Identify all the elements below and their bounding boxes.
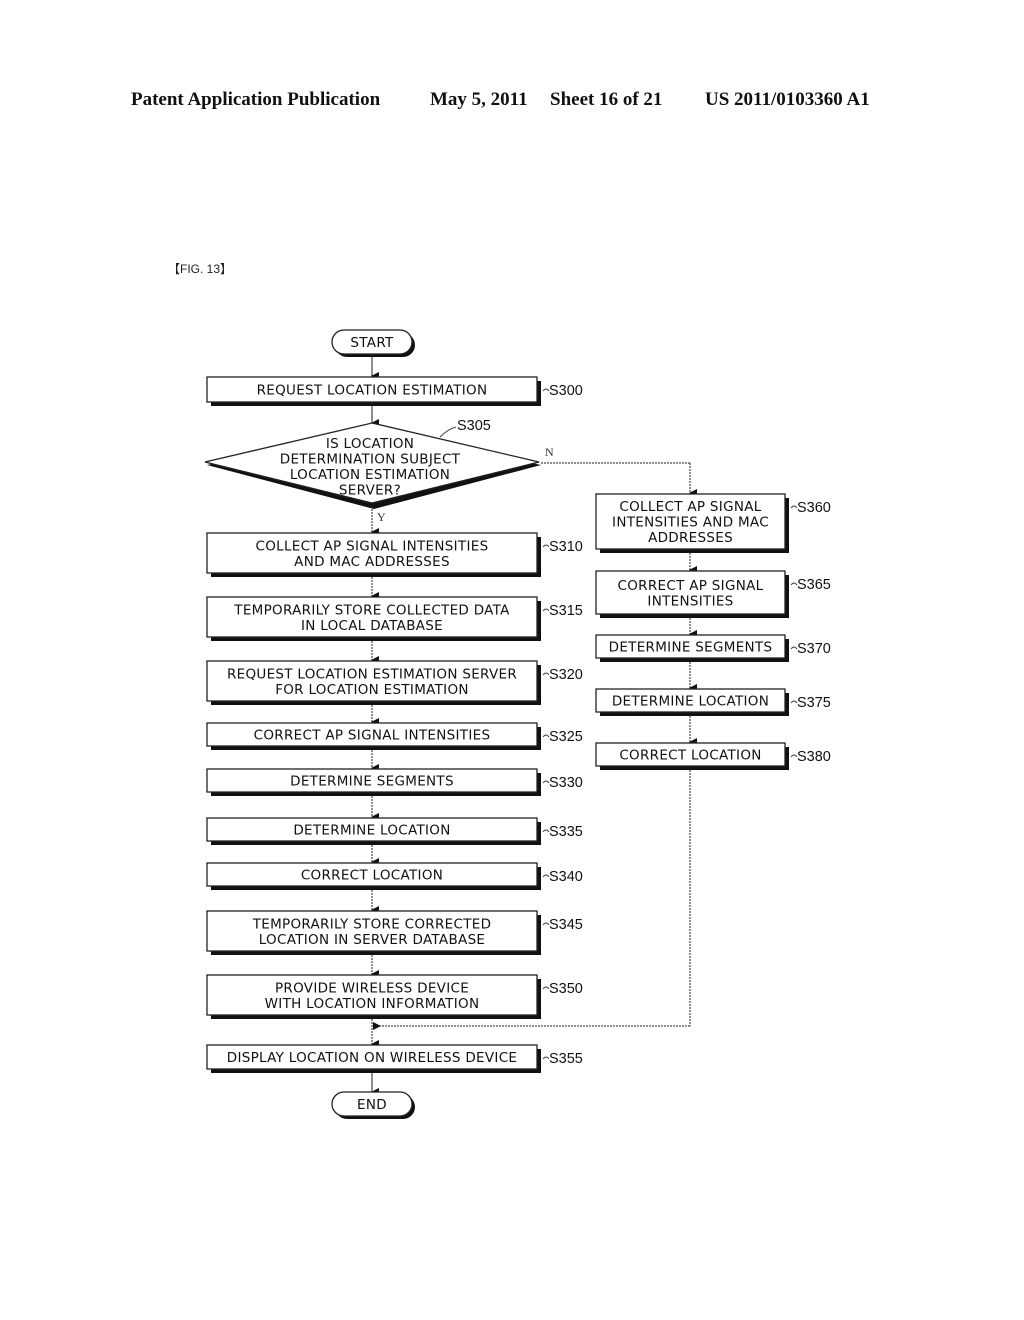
- step-s335: DETERMINE LOCATION S335: [206, 817, 583, 845]
- node-text-line: FOR LOCATION ESTIMATION: [275, 682, 469, 698]
- step-label: S320: [549, 667, 583, 683]
- step-label: S330: [549, 775, 583, 791]
- step-s325: CORRECT AP SIGNAL INTENSITIES S325: [206, 722, 583, 750]
- node-text-line: PROVIDE WIRELESS DEVICE: [275, 980, 469, 996]
- step-s375: DETERMINE LOCATION S375: [595, 688, 831, 716]
- step-s300: REQUEST LOCATION ESTIMATION S300: [206, 376, 583, 406]
- step-s320: REQUEST LOCATION ESTIMATION SERVERFOR LO…: [206, 660, 583, 705]
- node-text-line: REQUEST LOCATION ESTIMATION SERVER: [227, 666, 517, 682]
- node-text-line: CORRECT AP SIGNAL: [618, 578, 764, 594]
- step-label: S315: [549, 603, 583, 619]
- node-text-line: DISPLAY LOCATION ON WIRELESS DEVICE: [227, 1050, 518, 1066]
- no-label: N: [545, 445, 554, 459]
- node-text-line: INTENSITIES: [647, 593, 733, 609]
- step-s350: PROVIDE WIRELESS DEVICEWITH LOCATION INF…: [206, 974, 583, 1019]
- step-s310: COLLECT AP SIGNAL INTENSITIESAND MAC ADD…: [206, 532, 583, 577]
- step-s365: CORRECT AP SIGNALINTENSITIES S365: [595, 570, 831, 618]
- step-label: S305: [457, 418, 491, 434]
- step-s370: DETERMINE SEGMENTS S370: [595, 634, 831, 662]
- step-label: S340: [549, 869, 583, 885]
- node-text-line: LOCATION IN SERVER DATABASE: [259, 932, 486, 948]
- step-label: S365: [797, 577, 831, 593]
- node-text-line: IN LOCAL DATABASE: [301, 618, 443, 634]
- node-text-line: DETERMINE LOCATION: [293, 823, 450, 839]
- end-terminal: END: [331, 1091, 415, 1119]
- decision-text-line: IS LOCATION: [326, 436, 414, 452]
- node-text-line: CORRECT AP SIGNAL INTENSITIES: [254, 728, 491, 744]
- node-text-line: AND MAC ADDRESSES: [294, 554, 450, 570]
- decision-s305: IS LOCATIONDETERMINATION SUBJECTLOCATION…: [204, 418, 541, 509]
- step-s380: CORRECT LOCATION S380: [595, 742, 831, 770]
- node-text-line: REQUEST LOCATION ESTIMATION: [257, 383, 488, 399]
- decision-text-line: DETERMINATION SUBJECT: [280, 452, 461, 468]
- step-label: S380: [797, 749, 831, 765]
- flowchart: START REQUEST LOCATION ESTIMATION S300 IS L…: [204, 329, 831, 1119]
- terminal-text: START: [350, 335, 394, 351]
- step-label: S345: [549, 917, 583, 933]
- yes-label: Y: [377, 510, 386, 524]
- leader-tilde: [439, 426, 457, 438]
- decision-text-line: LOCATION ESTIMATION: [290, 467, 450, 483]
- node-text-line: COLLECT AP SIGNAL: [619, 499, 761, 515]
- step-label: S360: [797, 500, 831, 516]
- node-text-line: DETERMINE LOCATION: [612, 694, 769, 710]
- node-text-line: INTENSITIES AND MAC: [612, 515, 769, 531]
- step-label: S350: [549, 981, 583, 997]
- step-s315: TEMPORARILY STORE COLLECTED DATAIN LOCAL…: [206, 596, 583, 641]
- step-label: S335: [549, 824, 583, 840]
- node-text-line: TEMPORARILY STORE COLLECTED DATA: [233, 602, 510, 618]
- node-text-line: TEMPORARILY STORE CORRECTED: [252, 916, 492, 932]
- decision-text-line: SERVER?: [339, 483, 401, 499]
- terminal-text: END: [357, 1097, 387, 1113]
- step-s340: CORRECT LOCATION S340: [206, 862, 583, 890]
- step-label: S310: [549, 539, 583, 555]
- step-label: S375: [797, 695, 831, 711]
- step-label: S300: [549, 383, 583, 399]
- node-text-line: CORRECT LOCATION: [619, 748, 761, 764]
- step-label: S325: [549, 729, 583, 745]
- step-s355: DISPLAY LOCATION ON WIRELESS DEVICE S355: [206, 1044, 583, 1073]
- node-text-line: DETERMINE SEGMENTS: [609, 640, 773, 656]
- step-label: S370: [797, 641, 831, 657]
- step-s360: COLLECT AP SIGNALINTENSITIES AND MACADDR…: [595, 493, 831, 553]
- start-terminal: START: [331, 329, 415, 357]
- node-text-line: CORRECT LOCATION: [301, 868, 443, 884]
- node-text-line: ADDRESSES: [648, 530, 733, 546]
- step-s330: DETERMINE SEGMENTS S330: [206, 768, 583, 796]
- node-text-line: DETERMINE SEGMENTS: [290, 774, 454, 790]
- node-text-line: COLLECT AP SIGNAL INTENSITIES: [256, 538, 489, 554]
- step-label: S355: [549, 1051, 583, 1067]
- step-s345: TEMPORARILY STORE CORRECTEDLOCATION IN S…: [206, 910, 583, 955]
- node-text-line: WITH LOCATION INFORMATION: [265, 996, 480, 1012]
